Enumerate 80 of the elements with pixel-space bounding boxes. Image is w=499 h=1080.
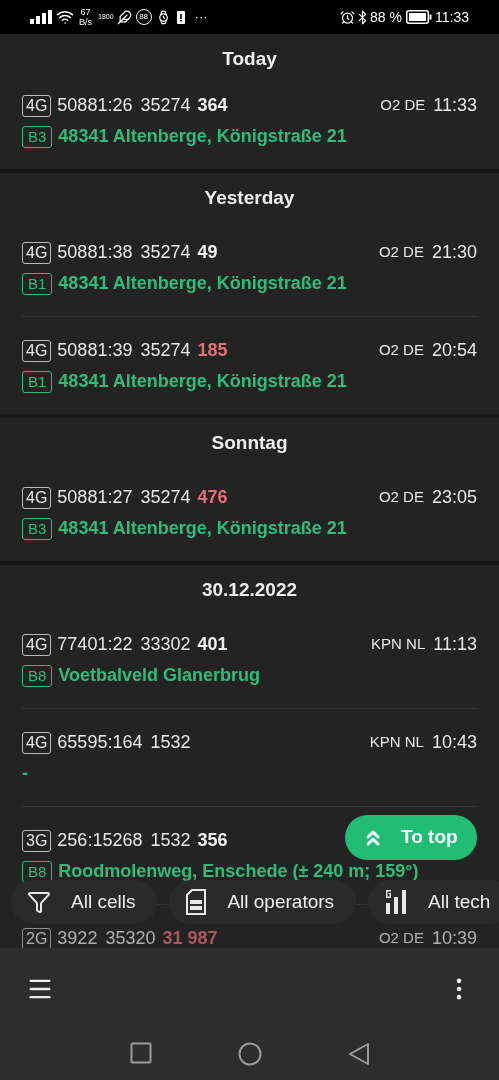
location: 48341 Altenberge, Königstraße 21: [58, 125, 347, 148]
band-badge: B1: [22, 370, 53, 393]
cell-id: 3922: [57, 927, 98, 948]
area-code: 35274: [140, 94, 191, 117]
home-icon[interactable]: [237, 1042, 262, 1066]
filter-chip[interactable]: All cells: [11, 880, 158, 924]
location: -: [22, 762, 28, 785]
area-code: 35274: [140, 339, 191, 362]
sim-card-icon: [185, 889, 208, 915]
technology-badge: 4G: [22, 486, 52, 509]
cell-id: 50881:39: [57, 339, 133, 362]
battery-icon: [406, 10, 432, 24]
cell-id: 50881:26: [57, 94, 133, 117]
wifi-icon: [56, 8, 74, 26]
day-heading: Sonntag: [211, 431, 288, 455]
day-heading: Today: [222, 47, 277, 71]
area-code: 35274: [140, 486, 191, 509]
more-notifications: ···: [194, 8, 208, 27]
cell-id: 77401:22: [57, 633, 133, 656]
filter-icon: [27, 890, 51, 914]
filter-chip[interactable]: All operators: [169, 880, 357, 924]
area-code: 33302: [140, 633, 191, 656]
technology-badge: 3G: [22, 829, 52, 852]
network-speed: 67: [80, 7, 91, 17]
technology-badge: 4G: [22, 241, 52, 264]
operator: O2 DE: [380, 95, 426, 116]
signal-value: 356: [197, 829, 228, 852]
time: 21:30: [431, 241, 477, 264]
time: 10:43: [431, 731, 477, 754]
area-code: 1532: [150, 829, 191, 852]
signal-value: 364: [197, 94, 228, 117]
operator: O2 DE: [378, 487, 424, 508]
location: Roodmolenweg, Enschede (± 240 m; 159°): [58, 860, 419, 883]
technology-badge: 4G: [22, 339, 52, 362]
signal-value: 185: [197, 339, 228, 362]
area-code: 35274: [140, 241, 191, 264]
day-heading: 30.12.2022: [201, 578, 298, 602]
signal-value: 49: [197, 241, 218, 264]
location: Voetbalveld Glanerbrug: [58, 664, 261, 687]
signal-value: 476: [197, 486, 228, 509]
signal-bars-icon: [384, 890, 409, 914]
location: 48341 Altenberge, Königstraße 21: [58, 272, 347, 295]
cell-id: 50881:38: [57, 241, 133, 264]
operator: KPN NL: [369, 732, 424, 753]
recents-icon[interactable]: [129, 1042, 152, 1064]
time: 11:13: [433, 633, 477, 656]
location: 48341 Altenberge, Königstraße 21: [58, 517, 347, 540]
battery-alert-icon: [176, 10, 185, 24]
band-badge: B1: [22, 272, 53, 295]
technology-badge: 4G: [22, 633, 52, 656]
filter-chip[interactable]: All tech: [368, 880, 499, 924]
operator: KPN NL: [371, 634, 426, 655]
cellular-signal-icon: [30, 10, 52, 24]
operator: O2 DE: [378, 928, 424, 948]
time: 11:33: [433, 94, 477, 117]
location: 48341 Altenberge, Königstraße 21: [58, 370, 347, 393]
band-badge: B3: [22, 517, 53, 540]
battery-percent: 88 %: [370, 7, 402, 27]
operator: O2 DE: [378, 242, 424, 263]
time: 20:54: [431, 339, 477, 362]
cell-id: 65595:164: [57, 731, 143, 754]
time: 10:39: [431, 927, 477, 948]
time: 23:05: [431, 486, 477, 509]
speed-unit: B/s: [79, 17, 92, 27]
technology-badge: 4G: [22, 731, 52, 754]
alarm-icon: [340, 9, 356, 25]
area-code: 35320: [105, 927, 156, 948]
feather-icon: [116, 9, 132, 25]
signal-value: 31 987: [162, 927, 218, 948]
band-badge: B3: [22, 125, 53, 148]
cell-id: 50881:27: [57, 486, 133, 509]
technology-badge: 4G: [22, 94, 52, 117]
day-heading: Yesterday: [204, 186, 295, 210]
back-icon[interactable]: [347, 1042, 370, 1066]
area-code: 1532: [150, 731, 191, 754]
cell-id: 256:15268: [57, 829, 143, 852]
band-badge: B8: [22, 664, 53, 687]
operator: O2 DE: [378, 340, 424, 361]
clock: 11:33: [435, 7, 469, 27]
signal-value: 401: [197, 633, 228, 656]
